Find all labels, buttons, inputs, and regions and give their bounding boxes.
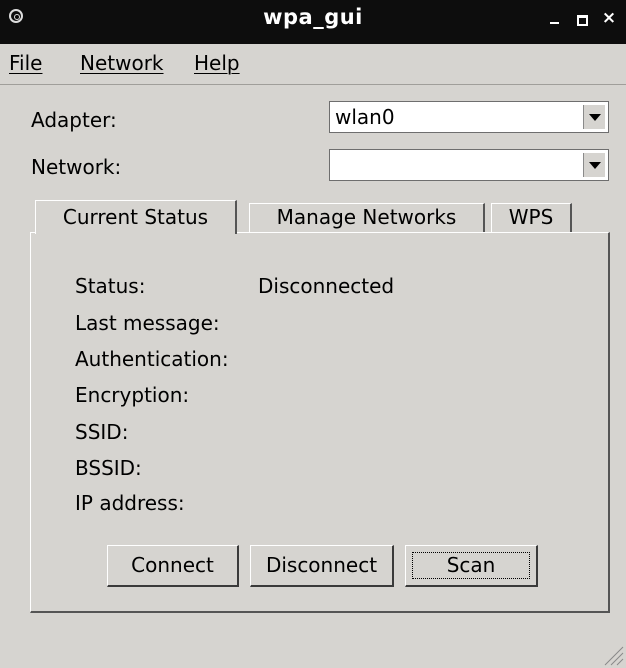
ip-address-label: IP address:: [75, 491, 185, 515]
close-icon[interactable]: ×: [600, 9, 618, 27]
status-label: Status:: [75, 274, 146, 298]
connect-button[interactable]: Connect: [107, 545, 239, 587]
network-label: Network:: [31, 155, 122, 179]
status-value: Disconnected: [258, 274, 395, 298]
maximize-icon[interactable]: [573, 9, 591, 27]
network-select[interactable]: [329, 149, 609, 181]
encryption-label: Encryption:: [75, 383, 190, 407]
menu-help[interactable]: Help: [194, 51, 240, 75]
menu-bar: File Network Help: [0, 44, 626, 85]
chevron-down-icon[interactable]: [583, 105, 605, 129]
scan-button[interactable]: Scan: [405, 545, 538, 587]
authentication-label: Authentication:: [75, 347, 229, 371]
chevron-down-icon[interactable]: [583, 153, 605, 177]
minimize-icon[interactable]: [546, 9, 564, 27]
menu-file[interactable]: File: [9, 51, 42, 75]
menu-network[interactable]: Network: [80, 51, 164, 75]
ssid-label: SSID:: [75, 420, 129, 444]
title-bar[interactable]: wpa_gui ×: [0, 0, 626, 44]
window-title: wpa_gui: [263, 5, 363, 29]
adapter-select[interactable]: wlan0: [329, 101, 609, 133]
adapter-select-value: wlan0: [335, 105, 395, 129]
tab-current-status[interactable]: Current Status: [35, 200, 237, 234]
focus-ring: [412, 552, 530, 579]
disconnect-button[interactable]: Disconnect: [250, 545, 394, 587]
tab-wps[interactable]: WPS: [491, 203, 572, 232]
last-message-label: Last message:: [75, 311, 220, 335]
adapter-label: Adapter:: [31, 108, 117, 132]
tab-manage-networks[interactable]: Manage Networks: [249, 203, 485, 232]
bssid-label: BSSID:: [75, 456, 142, 480]
wpa-gui-window: wpa_gui × File Network Help Adapter: wla…: [0, 0, 626, 668]
resize-grip-icon[interactable]: [602, 644, 624, 666]
